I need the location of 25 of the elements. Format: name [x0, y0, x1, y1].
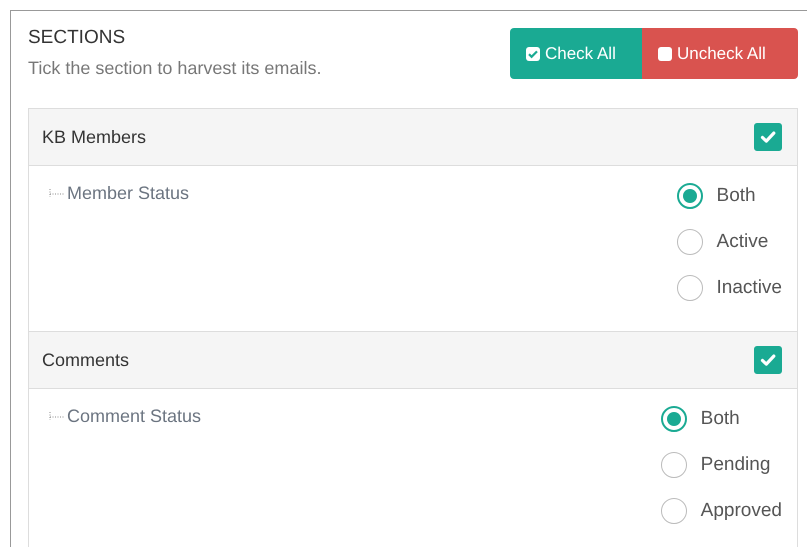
radio-button[interactable]	[660, 498, 687, 524]
radio-option[interactable]: Active	[676, 219, 782, 265]
tree-connector-icon	[49, 411, 65, 421]
empty-box-icon	[658, 46, 672, 60]
radio-option[interactable]: Pending	[660, 442, 782, 488]
field-label: Member Status	[67, 182, 190, 204]
radio-option[interactable]: Both	[660, 396, 782, 442]
radio-option[interactable]: Both	[676, 173, 782, 219]
field-label: Comment Status	[67, 406, 202, 426]
checkbox-icon	[526, 46, 540, 60]
radio-button[interactable]	[676, 229, 703, 255]
section-title: Comments	[42, 350, 130, 370]
checkbox[interactable]	[754, 123, 782, 151]
section-title: KB Members	[42, 126, 146, 148]
radio-option[interactable]: Inactive	[676, 265, 782, 311]
hint-text: Tick the section to harvest its emails.	[28, 58, 322, 79]
radio-button[interactable]	[676, 183, 703, 209]
radio-button[interactable]	[676, 275, 703, 301]
checkbox[interactable]	[754, 346, 782, 374]
tree-connector-icon	[49, 188, 65, 198]
uncheck-all-button[interactable]: Uncheck All	[642, 28, 798, 79]
radio-button[interactable]	[660, 452, 687, 478]
radio-button[interactable]	[660, 406, 687, 432]
section-heading: SECTIONS	[28, 27, 126, 49]
radio-option[interactable]: Approved	[660, 488, 782, 534]
